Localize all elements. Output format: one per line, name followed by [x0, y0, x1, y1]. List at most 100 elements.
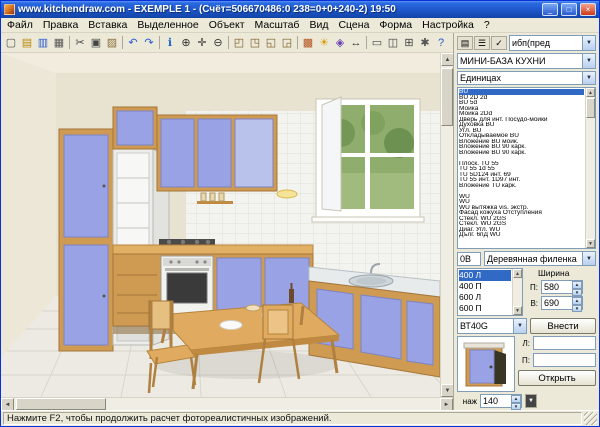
menu-item[interactable]: Файл	[2, 18, 38, 32]
workspace-column: ▢▤▥▦ ✂▣▨ ↶↷ ℹ⊕✛⊖ ◰◳◱◲ ▩☀◈↔ ▭◫⊞✱?	[1, 33, 453, 410]
design-canvas[interactable]	[1, 53, 440, 397]
cut-icon[interactable]: ✂	[72, 34, 88, 51]
horizontal-scroll-track[interactable]	[14, 398, 440, 410]
zoom-out-icon[interactable]: ⊖	[210, 34, 226, 51]
size-item[interactable]: 400 Л	[459, 270, 511, 281]
menu-item[interactable]: Вставка	[83, 18, 132, 32]
height2-spinner[interactable]: ▲ ▼	[572, 297, 582, 309]
panel-style-combo[interactable]: Деревянная филенка ▼	[484, 251, 596, 266]
spin-down-icon[interactable]: ▼	[572, 289, 582, 297]
plan-view-icon[interactable]: ◰	[231, 34, 247, 51]
horizontal-scroll-thumb[interactable]	[16, 398, 106, 410]
settings-icon[interactable]: ✱	[417, 34, 433, 51]
app-icon	[4, 4, 15, 15]
height-spinner[interactable]: ▲ ▼	[511, 395, 521, 407]
right-field[interactable]	[533, 353, 596, 367]
menu-item[interactable]: Настройка	[417, 18, 479, 32]
list-scroll-thumb[interactable]	[586, 98, 595, 118]
app-window: www.kitchendraw.com - EXEMPLE 1 - (Счёт=…	[0, 0, 600, 427]
dropdown-arrow-icon[interactable]: ▼	[582, 36, 595, 50]
spin-down-icon[interactable]: ▼	[572, 305, 582, 313]
paste-icon[interactable]: ▨	[104, 34, 120, 51]
menu-item[interactable]: Форма	[374, 18, 417, 32]
dropdown-arrow-icon[interactable]: ▼	[582, 72, 595, 84]
width-field[interactable]: 580 ▲ ▼	[541, 280, 583, 294]
menu-item[interactable]: Объект	[204, 18, 250, 32]
elevation-view-icon[interactable]: ◳	[247, 34, 263, 51]
spin-up-icon[interactable]: ▲	[572, 297, 582, 305]
dropdown-arrow-icon[interactable]: ▼	[582, 252, 595, 265]
scroll-down-icon[interactable]: ▼	[513, 306, 522, 315]
render-icon[interactable]: ▩	[300, 34, 316, 51]
catalog-toolbar: ▤☰✓ ибп(пред ▼	[457, 35, 596, 51]
maximize-button[interactable]: □	[561, 3, 577, 16]
model-combo[interactable]: ВТ40G ▼	[457, 318, 527, 334]
materials-icon[interactable]: ◈	[332, 34, 348, 51]
catalog-check-icon[interactable]: ✓	[491, 36, 507, 50]
menu-item[interactable]: Выделенное	[132, 18, 203, 32]
canvas-horizontal-scrollbar[interactable]: ◄ ►	[1, 397, 453, 410]
menu-item[interactable]: Масштаб	[250, 18, 305, 32]
title-bar[interactable]: www.kitchendraw.com - EXEMPLE 1 - (Счёт=…	[1, 1, 599, 18]
zoom-in-icon[interactable]: ⊕	[178, 34, 194, 51]
vertical-scroll-thumb[interactable]	[441, 68, 453, 126]
dropdown-arrow-icon[interactable]: ▼	[513, 319, 526, 333]
minimize-button[interactable]: _	[542, 3, 558, 16]
dropdown-arrow-icon[interactable]: ▼	[582, 54, 595, 68]
menu-item[interactable]: Сцена	[333, 18, 374, 32]
catalog-combo[interactable]: МИНИ-БАЗА КУХНИ ▼	[457, 53, 596, 69]
height-options-button[interactable]: ▼	[525, 394, 537, 408]
pricelist-combo[interactable]: ибп(пред ▼	[509, 35, 596, 51]
menu-item[interactable]: Правка	[38, 18, 83, 32]
size-item[interactable]: 400 П	[459, 281, 511, 292]
wall-tool-icon[interactable]: ▭	[369, 34, 385, 51]
undo-icon[interactable]: ↶	[125, 34, 141, 51]
size-list-scrollbar[interactable]: ▲ ▼	[512, 269, 522, 315]
catalog-list-scrollbar[interactable]: ▲ ▼	[585, 88, 595, 248]
units-combo[interactable]: Единицах ▼	[457, 71, 596, 85]
catalog-list-icon[interactable]: ☰	[474, 36, 490, 50]
list-scroll-track[interactable]	[586, 97, 595, 239]
info-icon[interactable]: ℹ	[162, 34, 178, 51]
open-button[interactable]: Открыть	[518, 370, 596, 386]
size-item[interactable]: 600 Л	[459, 292, 511, 303]
spin-down-icon[interactable]: ▼	[511, 403, 521, 411]
height-field[interactable]: 140 ▲ ▼	[480, 394, 522, 408]
door-tool-icon[interactable]: ◫	[385, 34, 401, 51]
lighting-icon[interactable]: ☀	[316, 34, 332, 51]
copy-icon[interactable]: ▣	[88, 34, 104, 51]
left-field[interactable]	[533, 336, 596, 350]
catalog-item[interactable]: Дълг. 6пД WU	[459, 232, 584, 238]
close-button[interactable]: ×	[580, 3, 596, 16]
redo-icon[interactable]: ↷	[141, 34, 157, 51]
open-icon[interactable]: ▤	[19, 34, 35, 51]
spin-up-icon[interactable]: ▲	[511, 395, 521, 403]
height2-field[interactable]: 690 ▲ ▼	[541, 296, 583, 310]
scroll-up-icon[interactable]: ▲	[586, 88, 595, 97]
help-icon[interactable]: ?	[433, 34, 449, 51]
save-icon[interactable]: ▥	[35, 34, 51, 51]
size-item[interactable]: 600 П	[459, 303, 511, 314]
scroll-up-icon[interactable]: ▲	[513, 269, 522, 278]
vertical-scroll-track[interactable]	[441, 66, 453, 384]
pan-icon[interactable]: ✛	[194, 34, 210, 51]
insert-button[interactable]: Внести	[530, 318, 596, 334]
spin-up-icon[interactable]: ▲	[572, 281, 582, 289]
dimensions-icon[interactable]: ↔	[348, 34, 364, 51]
menu-item[interactable]: ?	[479, 18, 495, 32]
print-icon[interactable]: ▦	[51, 34, 67, 51]
section-code-field[interactable]: 0В	[457, 252, 481, 266]
perspective-view-icon[interactable]: ◱	[263, 34, 279, 51]
model-value: ВТ40G	[460, 321, 513, 331]
3d-view-icon[interactable]: ◲	[279, 34, 295, 51]
menu-item[interactable]: Вид	[304, 18, 333, 32]
scroll-down-icon[interactable]: ▼	[586, 239, 595, 248]
size-scroll-track[interactable]	[513, 278, 522, 306]
window-tool-icon[interactable]: ⊞	[401, 34, 417, 51]
width-spinner[interactable]: ▲ ▼	[572, 281, 582, 293]
catalog-open-icon[interactable]: ▤	[457, 36, 473, 50]
canvas-vertical-scrollbar[interactable]: ▲ ▼	[440, 53, 453, 397]
new-icon[interactable]: ▢	[3, 34, 19, 51]
item-preview[interactable]	[457, 336, 515, 392]
resize-grip[interactable]	[584, 412, 597, 425]
